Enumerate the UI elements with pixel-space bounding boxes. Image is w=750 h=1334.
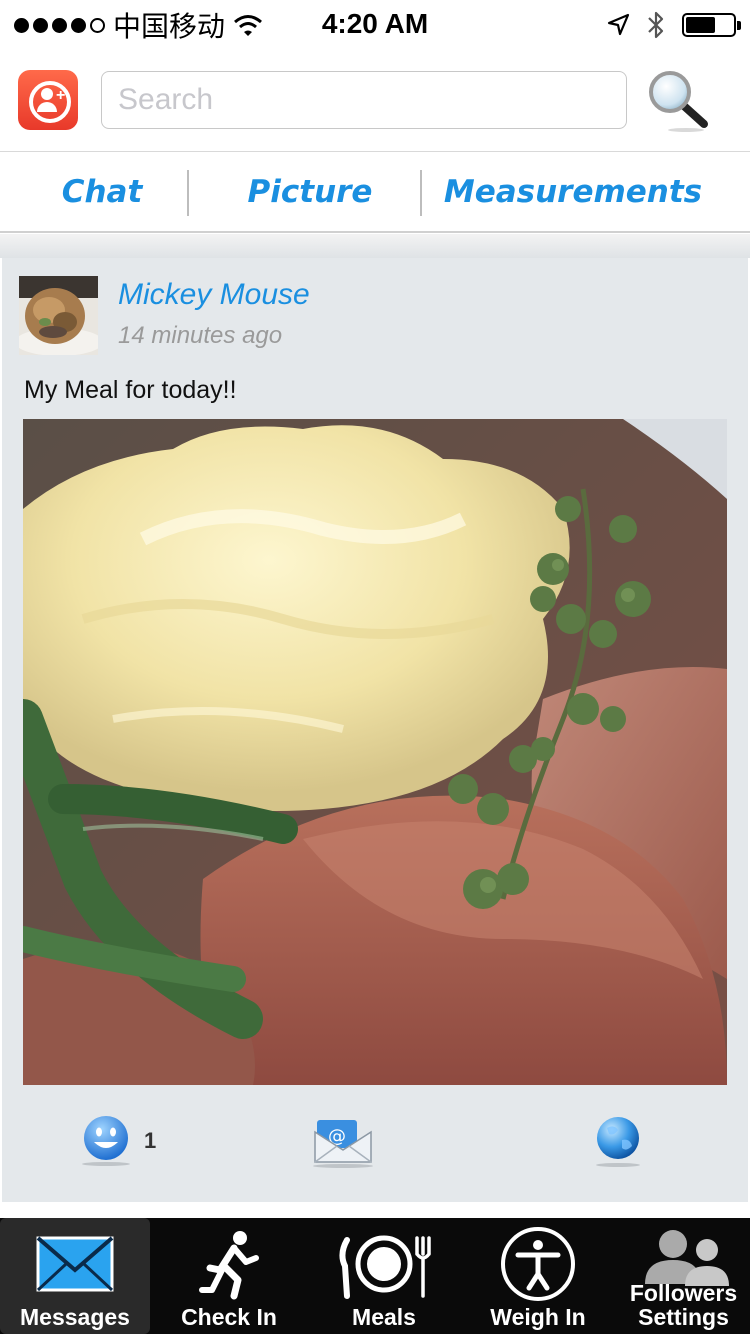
tabbar-item-followers-settings[interactable]: Followers Settings — [617, 1218, 750, 1334]
tabbar-label: Messages — [20, 1304, 130, 1330]
app-logo-add-friend-icon[interactable]: + — [18, 70, 78, 130]
post-author[interactable]: Mickey Mouse — [118, 278, 310, 312]
tabbar-label: Check In — [181, 1304, 277, 1330]
tab-picture[interactable]: Picture — [210, 152, 410, 234]
status-right — [606, 10, 741, 40]
feed-bottom-space — [0, 1202, 750, 1218]
plate-fork-knife-icon — [339, 1235, 431, 1299]
battery-icon — [682, 13, 741, 37]
envelope-icon — [36, 1236, 114, 1292]
tabbar-label: Weigh In — [490, 1304, 586, 1330]
search-row: + — [0, 50, 750, 150]
tabbar-label-line1: Followers — [629, 1280, 738, 1306]
feed-post: Mickey Mouse 14 minutes ago My Meal for … — [2, 258, 748, 1202]
post-photo[interactable] — [23, 419, 727, 1085]
email-share-icon[interactable]: @ — [307, 1114, 377, 1170]
smiley-like-icon[interactable] — [80, 1114, 136, 1170]
tab-measurements[interactable]: Measurements — [440, 152, 706, 234]
post-timestamp: 14 minutes ago — [118, 322, 283, 349]
tabbar-item-messages[interactable]: Messages — [0, 1218, 150, 1334]
tab-divider — [420, 170, 422, 216]
search-input[interactable] — [101, 71, 627, 129]
tabbar-item-weigh-in[interactable]: Weigh In — [463, 1218, 613, 1334]
bluetooth-icon — [648, 11, 664, 39]
running-person-icon — [199, 1231, 259, 1300]
magnifier-search-icon[interactable] — [646, 68, 710, 132]
avatar[interactable] — [19, 276, 98, 355]
feed-top-shadow — [0, 234, 750, 258]
tab-chat[interactable]: Chat — [18, 152, 186, 234]
tabbar-item-check-in[interactable]: Check In — [154, 1218, 304, 1334]
tabbar-label-line2: Settings — [638, 1304, 729, 1330]
post-text: My Meal for today!! — [24, 376, 237, 404]
globe-share-icon[interactable] — [592, 1114, 644, 1170]
tab-divider — [187, 170, 189, 216]
post-type-tabs: Chat Picture Measurements — [0, 151, 750, 233]
tabbar-label: Meals — [352, 1304, 416, 1330]
status-bar: 中国移动 4:20 AM — [0, 0, 750, 50]
person-circle-icon — [501, 1227, 575, 1301]
like-count: 1 — [144, 1128, 157, 1153]
tabbar-item-meals[interactable]: Meals — [309, 1218, 459, 1334]
location-arrow-icon — [607, 13, 630, 36]
bottom-tab-bar: Messages Check In Meals Weigh In Followe… — [0, 1218, 750, 1334]
